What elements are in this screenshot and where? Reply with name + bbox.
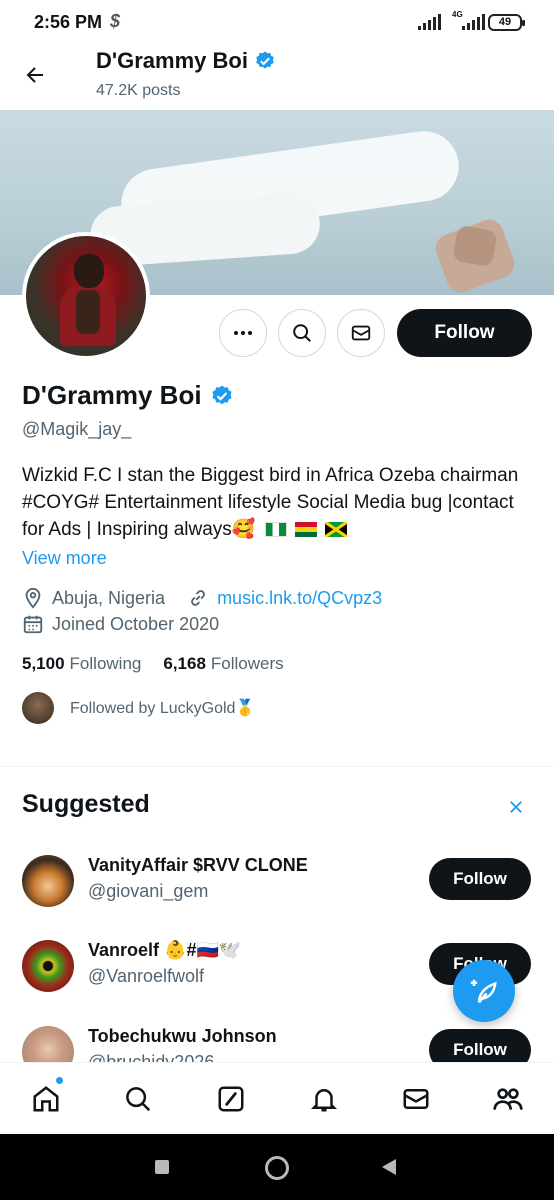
verified-badge-icon [256,51,274,69]
status-bar: 2:56 PM $ 4G 49 [0,0,554,44]
joined-text: Joined October 2020 [52,613,220,634]
location-icon [25,587,41,609]
suggested-user-handle: @Vanroelfwolf [88,966,204,986]
followed-by-text: Followed by LuckyGold🥇 [70,700,256,717]
profile-name: D'Grammy Boi [22,380,234,411]
recents-button[interactable] [155,1160,169,1174]
grok-icon [218,1086,244,1112]
suggested-user-name: Tobechukwu Johnson [88,1026,277,1046]
nav-messages[interactable] [400,1083,432,1115]
view-more-link[interactable]: View more [22,548,107,569]
compose-icon [470,979,497,1004]
avatar-chest-shape [76,290,100,334]
avatar-head-shape [74,254,104,288]
mail-icon [351,325,371,341]
home-system-button[interactable] [265,1156,289,1180]
header-name: D'Grammy Boi [96,48,276,74]
dismiss-suggested-button[interactable] [504,795,528,819]
verified-badge-icon [211,385,232,404]
link-icon [191,590,205,606]
more-icon [234,331,252,335]
profile-avatar[interactable] [22,232,150,360]
system-navigation-bar [0,1134,554,1200]
followed-by-row[interactable]: Followed by LuckyGold🥇 [22,692,255,724]
ghana-flag-icon [294,522,317,538]
search-icon [126,1087,151,1112]
profile-header: D'Grammy Boi 47.2K posts [0,44,554,110]
nav-home[interactable] [30,1083,62,1115]
following-link[interactable]: 5,100 Following [22,654,141,674]
battery-indicator: 49 [488,14,525,31]
suggested-user-avatar [22,1026,74,1062]
suggested-user-handle: @bruchidy2026 [88,1052,215,1062]
calendar-icon [23,615,43,634]
nav-search[interactable] [122,1083,154,1115]
profile-handle: @Magik_jay_ [22,419,132,439]
profile-bio: Wizkid F.C I stan the Biggest bird in Af… [22,465,519,540]
home-icon [33,1086,59,1112]
nav-notifications[interactable] [308,1083,340,1115]
location-text: Abuja, Nigeria [52,587,166,608]
suggested-title: Suggested [22,790,150,818]
suggested-user-name: Vanroelf 👶#🇷🇺🕊️ [88,940,242,960]
suggested-user-name: VanityAffair $RVV CLONE [88,855,308,875]
jamaica-flag-icon [324,522,347,538]
profile-meta-row: Abuja, Nigeria music.lnk.to/QCvpz3 [22,587,382,609]
home-notification-dot [56,1077,63,1084]
suggested-user-row[interactable]: VanityAffair $RVV CLONE @giovani_gem Fol… [22,855,537,915]
nigeria-flag-icon [264,522,287,538]
close-icon [510,801,522,813]
follow-counts: 5,100 Following 6,168 Followers [22,654,284,674]
mail-icon [403,1089,429,1109]
suggested-user-avatar [22,940,74,992]
nav-grok[interactable] [215,1083,247,1115]
joined-row: Joined October 2020 [22,613,219,635]
nav-communities[interactable] [492,1083,524,1115]
status-time: 2:56 PM [34,12,103,32]
followers-link[interactable]: 6,168 Followers [163,654,283,674]
more-button[interactable] [219,309,267,357]
suggested-follow-button[interactable]: Follow [429,858,531,900]
website-link[interactable]: music.lnk.to/QCvpz3 [217,588,382,609]
search-icon [293,324,311,342]
post-count: 47.2K posts [96,82,181,99]
banner-boot-shape-2 [452,224,498,268]
bell-icon [310,1089,338,1112]
follow-button[interactable]: Follow [397,309,532,357]
suggested-overflow-clip: Tobechukwu Johnson @bruchidy2026 Follow [0,1020,554,1062]
section-divider [0,766,554,767]
follower-avatar [22,692,54,724]
bio-flags [264,522,347,538]
signal-icon-2 [462,14,485,30]
search-profile-button[interactable] [278,309,326,357]
back-button[interactable] [20,60,50,90]
suggested-user-handle: @giovani_gem [88,881,209,901]
suggested-user-avatar [22,855,74,907]
signal-icon [418,14,441,30]
app-notification-icon: $ [110,11,121,31]
bottom-navigation [0,1062,554,1134]
suggested-user-row[interactable]: Tobechukwu Johnson @bruchidy2026 Follow [22,1026,537,1062]
back-arrow-icon [26,67,43,83]
back-system-button[interactable] [382,1159,396,1175]
suggested-follow-button[interactable]: Follow [429,1029,531,1062]
communities-icon [493,1088,523,1110]
message-button[interactable] [337,309,385,357]
compose-button[interactable] [453,960,515,1022]
